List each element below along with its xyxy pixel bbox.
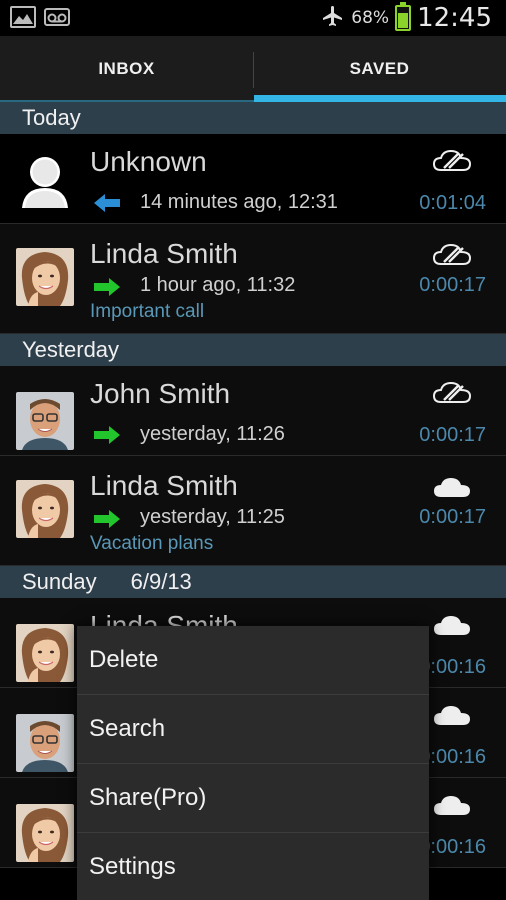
call-note: Important call [90,301,205,322]
voicemail-icon [44,8,70,26]
unknown-avatar [16,150,74,208]
call-duration: 0:00:16 [419,656,486,678]
menu-item-share-pro[interactable]: Share(Pro) [77,764,429,833]
clock: 12:45 [417,3,492,33]
status-bar: 68% 12:45 [0,0,506,36]
menu-item-delete[interactable]: Delete [77,626,429,695]
battery-icon [395,2,412,31]
call-row[interactable]: John Smith yesterday, 11:26 0:00:17 [0,366,506,456]
gallery-icon [10,6,36,28]
linda-avatar [16,248,74,306]
call-duration: 0:00:17 [419,274,486,296]
call-row[interactable]: Linda Smith yesterday, 11:25 Vacation plan… [0,456,506,566]
context-menu: Delete Search Share(Pro) Settings [77,626,429,900]
tab-selected-indicator [254,95,506,102]
call-row[interactable]: Unknown 14 minutes ago, 12:31 0:01:04 [0,134,506,224]
call-time: yesterday, 11:26 [140,423,285,445]
call-note: Vacation plans [90,533,214,554]
call-duration: 0:00:17 [419,506,486,528]
call-time: yesterday, 11:25 [140,506,285,528]
outgoing-call-arrow-icon [92,424,122,446]
menu-item-settings[interactable]: Settings [77,833,429,900]
section-header-title: Today [22,105,81,130]
call-duration: 0:00:17 [419,424,486,446]
call-time: 1 hour ago, 11:32 [140,274,296,296]
cloud-icon[interactable] [432,702,472,728]
tab-saved[interactable]: SAVED [253,36,506,102]
call-row[interactable]: Linda Smith 1 hour ago, 11:32 Important ca… [0,224,506,334]
section-header-title: Yesterday [22,337,120,362]
battery-percent: 68% [351,8,390,28]
john-avatar [16,392,74,450]
cloud-icon[interactable] [432,474,472,500]
tab-divider [253,52,254,88]
airplane-icon [321,4,345,32]
contact-name: Linda Smith [90,238,238,269]
section-header-title: Sunday [22,569,97,594]
tab-inbox[interactable]: INBOX [0,36,253,102]
linda-avatar [16,804,74,862]
contact-name: John Smith [90,378,231,409]
section-header: Today [0,102,506,134]
section-header: Sunday 6/9/13 [0,566,506,598]
call-time: 14 minutes ago, 12:31 [140,191,338,213]
incoming-call-arrow-icon [92,192,122,214]
outgoing-call-arrow-icon [92,508,122,530]
john-avatar [16,714,74,772]
linda-avatar [16,480,74,538]
contact-name: Linda Smith [90,470,238,501]
menu-item-search[interactable]: Search [77,695,429,764]
cloud-icon[interactable] [432,792,472,818]
cloud-sync-icon[interactable] [432,380,472,406]
section-header: Yesterday [0,334,506,366]
cloud-sync-icon[interactable] [432,242,472,268]
cloud-sync-icon[interactable] [432,148,472,174]
cloud-icon[interactable] [432,612,472,638]
contact-name: Unknown [90,146,207,177]
call-duration: 0:00:16 [419,836,486,858]
section-header-date: 6/9/13 [130,569,192,594]
linda-avatar [16,624,74,682]
call-duration: 0:01:04 [419,192,486,214]
call-duration: 0:00:16 [419,746,486,768]
outgoing-call-arrow-icon [92,276,122,298]
